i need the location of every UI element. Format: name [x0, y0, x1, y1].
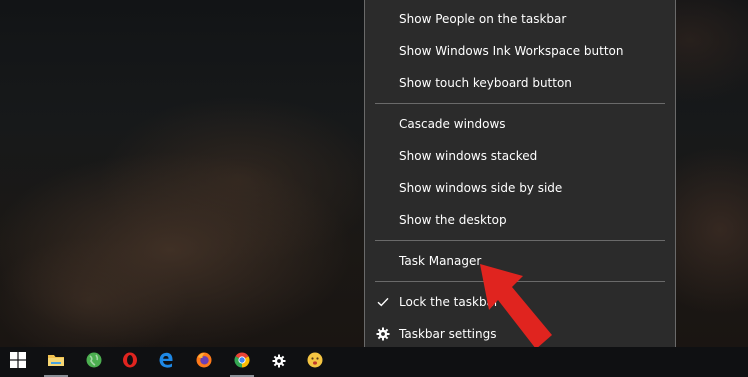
menu-item-label: Show the desktop [399, 213, 507, 227]
menu-item-show-desktop[interactable]: Show the desktop [365, 204, 675, 236]
menu-item-label: Cascade windows [399, 117, 506, 131]
menu-separator [375, 240, 665, 241]
menu-item-show-ink-workspace[interactable]: Show Windows Ink Workspace button [365, 35, 675, 67]
taskbar-app-chrome[interactable] [224, 347, 260, 377]
taskbar-app-file-explorer[interactable] [38, 347, 74, 377]
taskbar-app-edge[interactable] [148, 347, 184, 377]
taskbar-app-emoji[interactable] [297, 347, 333, 377]
menu-item-windows-side-by-side[interactable]: Show windows side by side [365, 172, 675, 204]
emoji-app-icon [307, 352, 323, 372]
menu-item-show-touch-keyboard[interactable]: Show touch keyboard button [365, 67, 675, 99]
opera-icon [122, 352, 138, 372]
windows-start-icon [10, 352, 26, 372]
settings-gear-icon [272, 353, 286, 372]
menu-item-label: Show windows side by side [399, 181, 563, 195]
menu-item-label: Show Windows Ink Workspace button [399, 44, 624, 58]
file-explorer-icon [47, 352, 65, 372]
taskbar [0, 347, 748, 377]
taskbar-app-firefox[interactable] [186, 347, 222, 377]
firefox-icon [196, 352, 212, 372]
menu-item-show-people[interactable]: Show People on the taskbar [365, 3, 675, 35]
checkmark-icon [375, 286, 391, 318]
red-arrow-annotation [480, 264, 552, 349]
menu-item-label: Task Manager [399, 254, 482, 268]
menu-item-label: Show windows stacked [399, 149, 538, 163]
taskbar-app-opera[interactable] [112, 347, 148, 377]
edge-icon [158, 352, 174, 372]
windows-start-button[interactable] [0, 347, 36, 377]
menu-item-windows-stacked[interactable]: Show windows stacked [365, 140, 675, 172]
menu-separator [375, 103, 665, 104]
globe-app-icon [86, 352, 102, 372]
menu-item-cascade-windows[interactable]: Cascade windows [365, 108, 675, 140]
gear-icon [375, 318, 391, 350]
menu-item-label: Show People on the taskbar [399, 12, 567, 26]
taskbar-app-globe[interactable] [76, 347, 112, 377]
chrome-icon [234, 352, 250, 372]
taskbar-app-settings[interactable] [261, 347, 297, 377]
menu-item-label: Show touch keyboard button [399, 76, 572, 90]
